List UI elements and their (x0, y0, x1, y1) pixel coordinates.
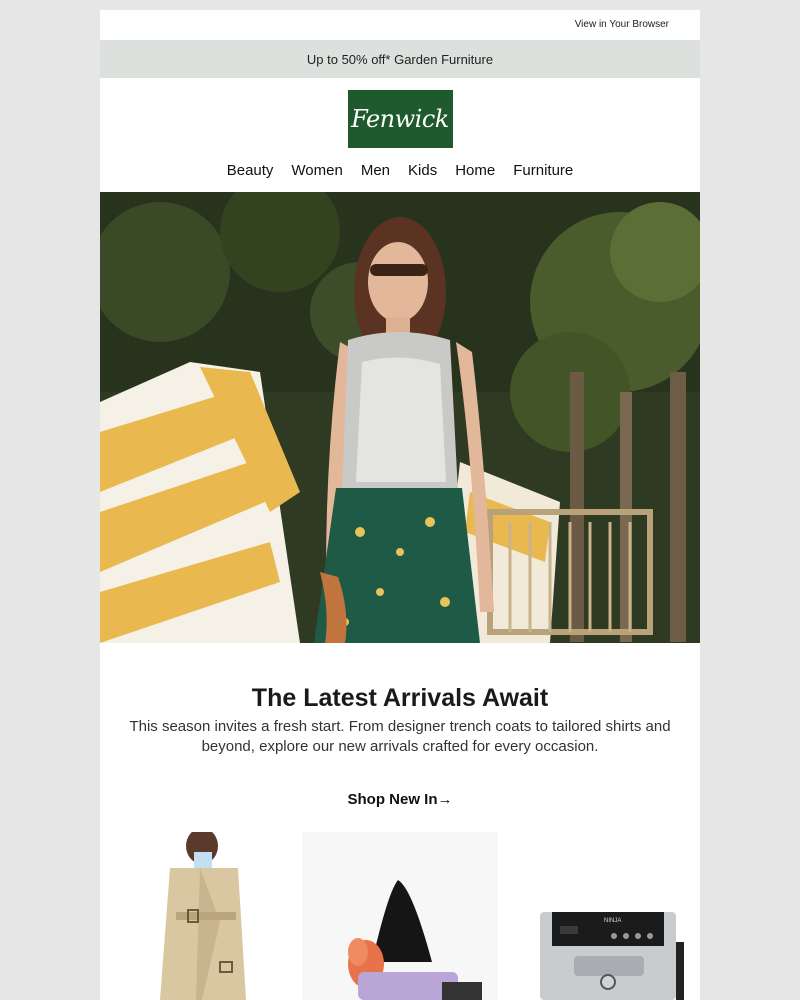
nav-women[interactable]: Women (283, 162, 350, 179)
product-knit-hat-image[interactable] (302, 832, 498, 1000)
nav-beauty[interactable]: Beauty (219, 162, 282, 179)
top-bar: View in Your Browser (100, 10, 700, 40)
shop-new-in-link[interactable]: Shop New In→ (348, 791, 453, 808)
promo-banner[interactable]: Up to 50% off* Garden Furniture (100, 40, 700, 78)
product-row: NINJA (100, 832, 700, 1000)
section-title: The Latest Arrivals Await (251, 684, 549, 712)
intro-section: The Latest Arrivals Await This season in… (100, 643, 700, 809)
nav-men[interactable]: Men (353, 162, 398, 179)
nav-kids[interactable]: Kids (400, 162, 445, 179)
section-body: This season invites a fresh start. From … (129, 718, 671, 755)
logo-area: Fenwick (100, 78, 700, 148)
main-nav: Beauty Women Men Kids Home Furniture (100, 148, 700, 192)
nav-home[interactable]: Home (447, 162, 503, 179)
product-trench-coat-image[interactable] (100, 832, 296, 1000)
email-container: View in Your Browser Up to 50% off* Gard… (100, 10, 700, 1000)
view-in-browser-link[interactable]: View in Your Browser (575, 19, 669, 30)
product-brand-text: NINJA (604, 918, 621, 924)
product-coffee-machine-image[interactable]: NINJA (504, 832, 700, 1000)
nav-furniture[interactable]: Furniture (505, 162, 581, 179)
hero-image[interactable] (100, 192, 700, 643)
fenwick-logo[interactable]: Fenwick (347, 90, 453, 148)
logo-text: Fenwick (351, 105, 449, 133)
